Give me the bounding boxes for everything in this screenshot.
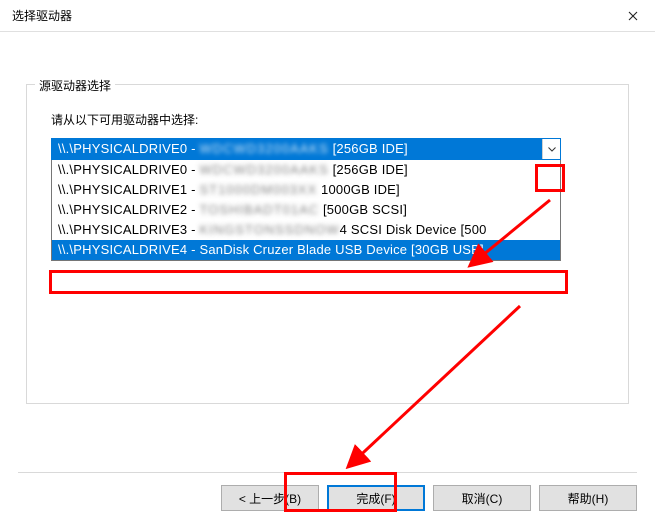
dropdown-item[interactable]: \\.\PHYSICALDRIVE0 - WDCWD3200AAKS [256G… <box>52 160 560 180</box>
instruction-label: 请从以下可用驱动器中选择: <box>51 111 604 128</box>
drive-combobox[interactable]: \\.\PHYSICALDRIVE0 - WDCWD3200AAKS [256G… <box>51 138 561 160</box>
item-suffix: [256GB IDE] <box>329 162 408 177</box>
item-blur: ST1000DM003XX <box>199 182 317 197</box>
item-blur: KINGSTONSSDNOW <box>199 222 339 237</box>
combo-suffix: [256GB IDE] <box>329 141 408 156</box>
drive-dropdown-list: \\.\PHYSICALDRIVE0 - WDCWD3200AAKS [256G… <box>51 160 561 261</box>
combo-prefix: \\.\PHYSICALDRIVE0 - <box>58 141 199 156</box>
finish-button[interactable]: 完成(F) <box>327 485 425 511</box>
item-prefix: \\.\PHYSICALDRIVE0 - <box>58 162 199 177</box>
item-suffix: 1000GB IDE] <box>317 182 400 197</box>
item-prefix: \\.\PHYSICALDRIVE2 - <box>58 202 199 217</box>
cancel-button[interactable]: 取消(C) <box>433 485 531 511</box>
window-title: 选择驱动器 <box>12 7 72 24</box>
separator <box>18 472 637 473</box>
close-button[interactable] <box>610 0 655 32</box>
titlebar: 选择驱动器 <box>0 0 655 32</box>
combo-blur: WDCWD3200AAKS <box>199 141 328 156</box>
dropdown-item[interactable]: \\.\PHYSICALDRIVE2 - TOSHIBADT01AC [500G… <box>52 200 560 220</box>
item-prefix: \\.\PHYSICALDRIVE4 - SanDisk Cruzer Blad… <box>58 242 484 257</box>
chevron-down-icon <box>548 147 556 152</box>
group-legend: 源驱动器选择 <box>35 77 115 94</box>
help-button[interactable]: 帮助(H) <box>539 485 637 511</box>
dropdown-item[interactable]: \\.\PHYSICALDRIVE1 - ST1000DM003XX 1000G… <box>52 180 560 200</box>
combo-selected-text: \\.\PHYSICALDRIVE0 - WDCWD3200AAKS [256G… <box>52 139 542 159</box>
dropdown-item[interactable]: \\.\PHYSICALDRIVE3 - KINGSTONSSDNOW4 SCS… <box>52 220 560 240</box>
item-blur: TOSHIBADT01AC <box>199 202 319 217</box>
item-suffix: [500GB SCSI] <box>319 202 407 217</box>
source-drive-group: 源驱动器选择 请从以下可用驱动器中选择: \\.\PHYSICALDRIVE0 … <box>26 84 629 404</box>
dropdown-item[interactable]: \\.\PHYSICALDRIVE4 - SanDisk Cruzer Blad… <box>52 240 560 260</box>
button-row: < 上一步(B) 完成(F) 取消(C) 帮助(H) <box>221 485 637 511</box>
back-button[interactable]: < 上一步(B) <box>221 485 319 511</box>
item-prefix: \\.\PHYSICALDRIVE3 - <box>58 222 199 237</box>
dialog-content: 源驱动器选择 请从以下可用驱动器中选择: \\.\PHYSICALDRIVE0 … <box>0 32 655 404</box>
close-icon <box>628 11 638 21</box>
drive-combo-wrap: \\.\PHYSICALDRIVE0 - WDCWD3200AAKS [256G… <box>51 138 561 160</box>
combo-dropdown-button[interactable] <box>542 139 560 159</box>
item-suffix: 4 SCSI Disk Device [500 <box>340 222 487 237</box>
item-prefix: \\.\PHYSICALDRIVE1 - <box>58 182 199 197</box>
item-blur: WDCWD3200AAKS <box>199 162 328 177</box>
